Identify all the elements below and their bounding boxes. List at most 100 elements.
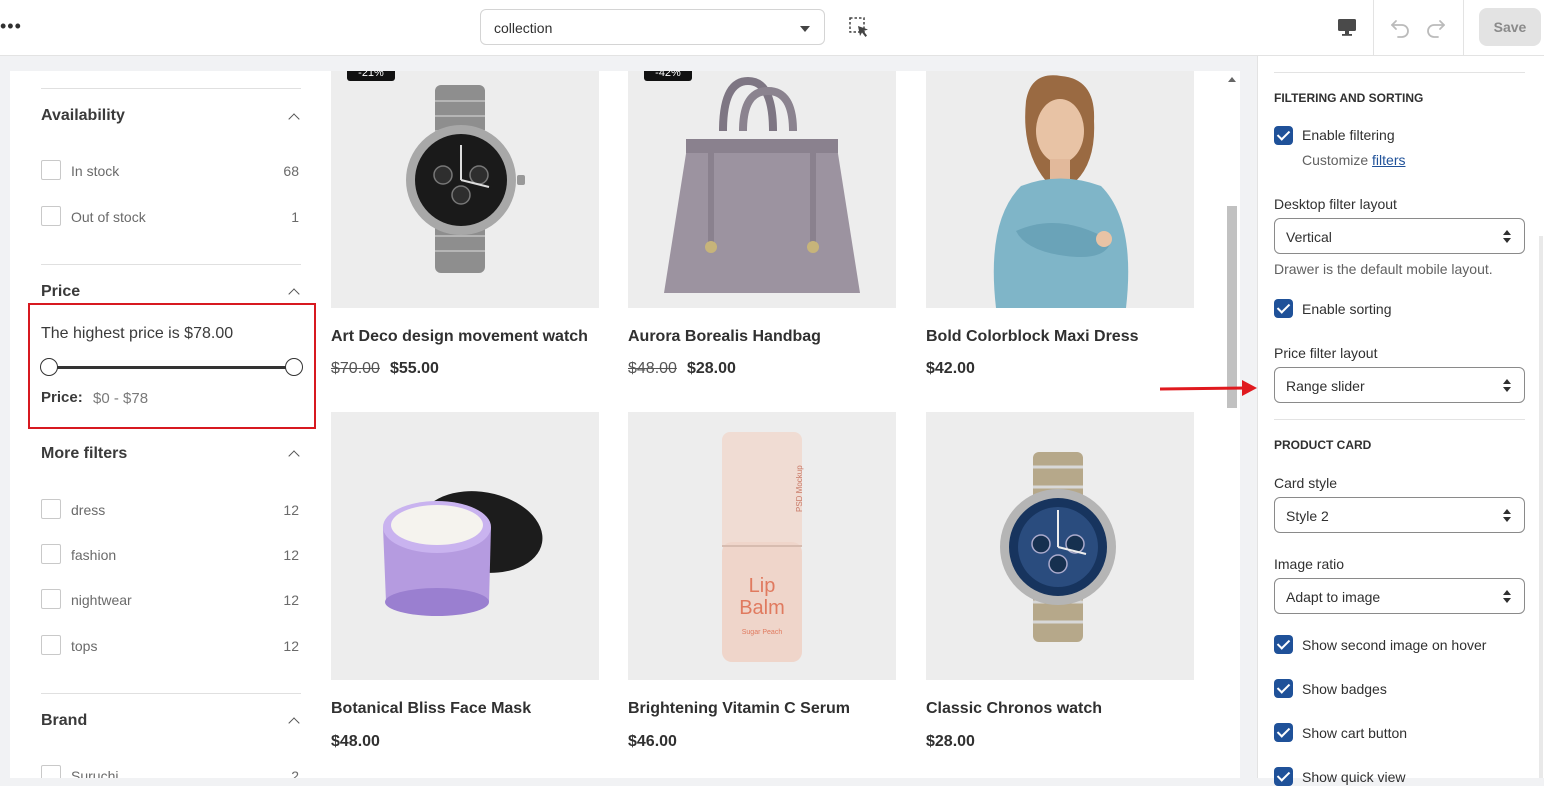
discount-badge: -21% — [347, 71, 395, 81]
product-name[interactable]: Art Deco design movement watch — [331, 328, 588, 346]
image-ratio-select[interactable]: Adapt to image — [1274, 578, 1525, 614]
filter-option-tops[interactable]: tops 12 — [41, 635, 301, 657]
product-card[interactable]: Bold Colorblock Maxi Dress $42.00 — [926, 71, 1194, 377]
filter-option-label: In stock — [71, 163, 120, 179]
product-card[interactable]: -42% Aurora Borealis Handbag $48.00 $28.0… — [628, 71, 896, 377]
preview-scrollbar[interactable] — [1224, 71, 1240, 778]
price-filter-layout-select[interactable]: Range slider — [1274, 367, 1525, 403]
filter-option-in-stock[interactable]: In stock 68 — [41, 160, 301, 182]
product-price: $46.00 — [628, 733, 677, 751]
product-price: $48.00 $28.00 — [628, 360, 736, 378]
product-image[interactable]: -42% — [628, 71, 896, 308]
checkbox[interactable] — [41, 206, 61, 226]
filter-option-suruchi[interactable]: Suruchi 2 — [41, 765, 301, 778]
product-card[interactable]: Classic Chronos watch $28.00 — [926, 412, 1194, 750]
inspector-select-icon[interactable] — [848, 16, 870, 38]
price-slider-max-handle[interactable] — [285, 358, 303, 376]
toolbar-divider — [1373, 0, 1374, 56]
template-selector[interactable]: collection — [480, 9, 825, 45]
facet-title-price[interactable]: Price — [41, 283, 80, 301]
enable-filtering-checkbox[interactable] — [1274, 126, 1293, 145]
filters-link[interactable]: filters — [1372, 152, 1405, 168]
card-style-select[interactable]: Style 2 — [1274, 497, 1525, 533]
desktop-preview-icon[interactable] — [1336, 16, 1358, 38]
filter-option-fashion[interactable]: fashion 12 — [41, 544, 301, 566]
show-quick-view-checkbox[interactable] — [1274, 767, 1293, 786]
checkbox[interactable] — [41, 765, 61, 778]
filter-option-label: nightwear — [71, 592, 132, 608]
show-cart-button-checkbox[interactable] — [1274, 723, 1293, 742]
template-selector-value: collection — [494, 20, 553, 36]
panel-scrollbar[interactable] — [1539, 236, 1543, 778]
product-name[interactable]: Brightening Vitamin C Serum — [628, 700, 850, 718]
show-badges-checkbox[interactable] — [1274, 679, 1293, 698]
filter-option-count: 68 — [283, 163, 299, 179]
price-filter-layout-label: Price filter layout — [1274, 345, 1378, 361]
facet-title-brand[interactable]: Brand — [41, 712, 87, 730]
sale-price: $48.00 — [331, 733, 380, 750]
filter-option-nightwear[interactable]: nightwear 12 — [41, 589, 301, 611]
show-cart-button-label[interactable]: Show cart button — [1302, 725, 1407, 741]
compare-at-price: $48.00 — [628, 360, 677, 377]
filter-option-label: tops — [71, 638, 98, 654]
chevron-down-icon — [800, 26, 810, 32]
undo-icon[interactable] — [1389, 16, 1411, 38]
desktop-filter-layout-label: Desktop filter layout — [1274, 196, 1397, 212]
checkbox[interactable] — [41, 589, 61, 609]
checkbox[interactable] — [41, 499, 61, 519]
product-image[interactable]: PSD Mockup Lip Balm Sugar Peach — [628, 412, 896, 680]
checkbox[interactable] — [41, 544, 61, 564]
facet-title-availability[interactable]: Availability — [41, 107, 125, 125]
checkbox[interactable] — [41, 635, 61, 655]
editor-topbar: ••• collection Save — [0, 0, 1544, 56]
product-price: $48.00 — [331, 733, 380, 751]
show-badges-label[interactable]: Show badges — [1302, 681, 1387, 697]
chevron-up-icon[interactable] — [288, 450, 300, 462]
show-second-image-checkbox[interactable] — [1274, 635, 1293, 654]
divider — [41, 264, 301, 265]
chevron-up-icon[interactable] — [288, 717, 300, 729]
price-range-value: $0 - $78 — [93, 390, 149, 407]
filter-option-count: 1 — [291, 209, 299, 225]
show-quick-view-label[interactable]: Show quick view — [1302, 769, 1406, 785]
enable-sorting-checkbox[interactable] — [1274, 299, 1293, 318]
select-value: Adapt to image — [1286, 589, 1381, 605]
price-slider-min-handle[interactable] — [40, 358, 58, 376]
product-price: $28.00 — [926, 733, 975, 751]
product-card[interactable]: PSD Mockup Lip Balm Sugar Peach Brighten… — [628, 412, 896, 750]
product-card[interactable]: Botanical Bliss Face Mask $48.00 — [331, 412, 599, 750]
product-packaging-text: Sugar Peach — [742, 629, 783, 636]
enable-sorting-label[interactable]: Enable sorting — [1302, 301, 1392, 317]
annotation-arrow-icon — [1159, 380, 1257, 396]
show-second-image-label[interactable]: Show second image on hover — [1302, 637, 1486, 653]
drawer-help-text: Drawer is the default mobile layout. — [1274, 261, 1493, 277]
product-name[interactable]: Classic Chronos watch — [926, 700, 1102, 718]
section-title-product-card: PRODUCT CARD — [1274, 438, 1372, 452]
desktop-filter-layout-select[interactable]: Vertical — [1274, 218, 1525, 254]
product-name[interactable]: Botanical Bliss Face Mask — [331, 700, 531, 718]
save-button[interactable]: Save — [1479, 8, 1541, 46]
product-image[interactable]: -21% — [331, 71, 599, 308]
product-packaging-text: PSD Mockup — [795, 465, 804, 512]
product-card[interactable]: -21% Art Deco design movement watch $70.… — [331, 71, 599, 377]
enable-filtering-label[interactable]: Enable filtering — [1302, 127, 1395, 143]
filter-option-label: Suruchi — [71, 768, 119, 778]
facet-title-more-filters[interactable]: More filters — [41, 445, 127, 463]
product-name[interactable]: Aurora Borealis Handbag — [628, 328, 821, 346]
product-image[interactable] — [331, 412, 599, 680]
divider — [1274, 419, 1525, 420]
scroll-up-arrow-icon[interactable] — [1228, 77, 1236, 82]
product-name[interactable]: Bold Colorblock Maxi Dress — [926, 328, 1139, 346]
more-options-icon[interactable]: ••• — [0, 17, 22, 36]
price-range-track[interactable] — [49, 366, 294, 369]
filter-option-out-of-stock[interactable]: Out of stock 1 — [41, 206, 301, 228]
product-image[interactable] — [926, 71, 1194, 308]
filter-option-dress[interactable]: dress 12 — [41, 499, 301, 521]
checkbox[interactable] — [41, 160, 61, 180]
chevron-up-icon[interactable] — [288, 288, 300, 300]
chevron-up-icon[interactable] — [288, 113, 300, 125]
select-arrows-icon — [1503, 379, 1511, 392]
product-image[interactable] — [926, 412, 1194, 680]
redo-icon[interactable] — [1425, 16, 1447, 38]
product-price: $70.00 $55.00 — [331, 360, 439, 378]
